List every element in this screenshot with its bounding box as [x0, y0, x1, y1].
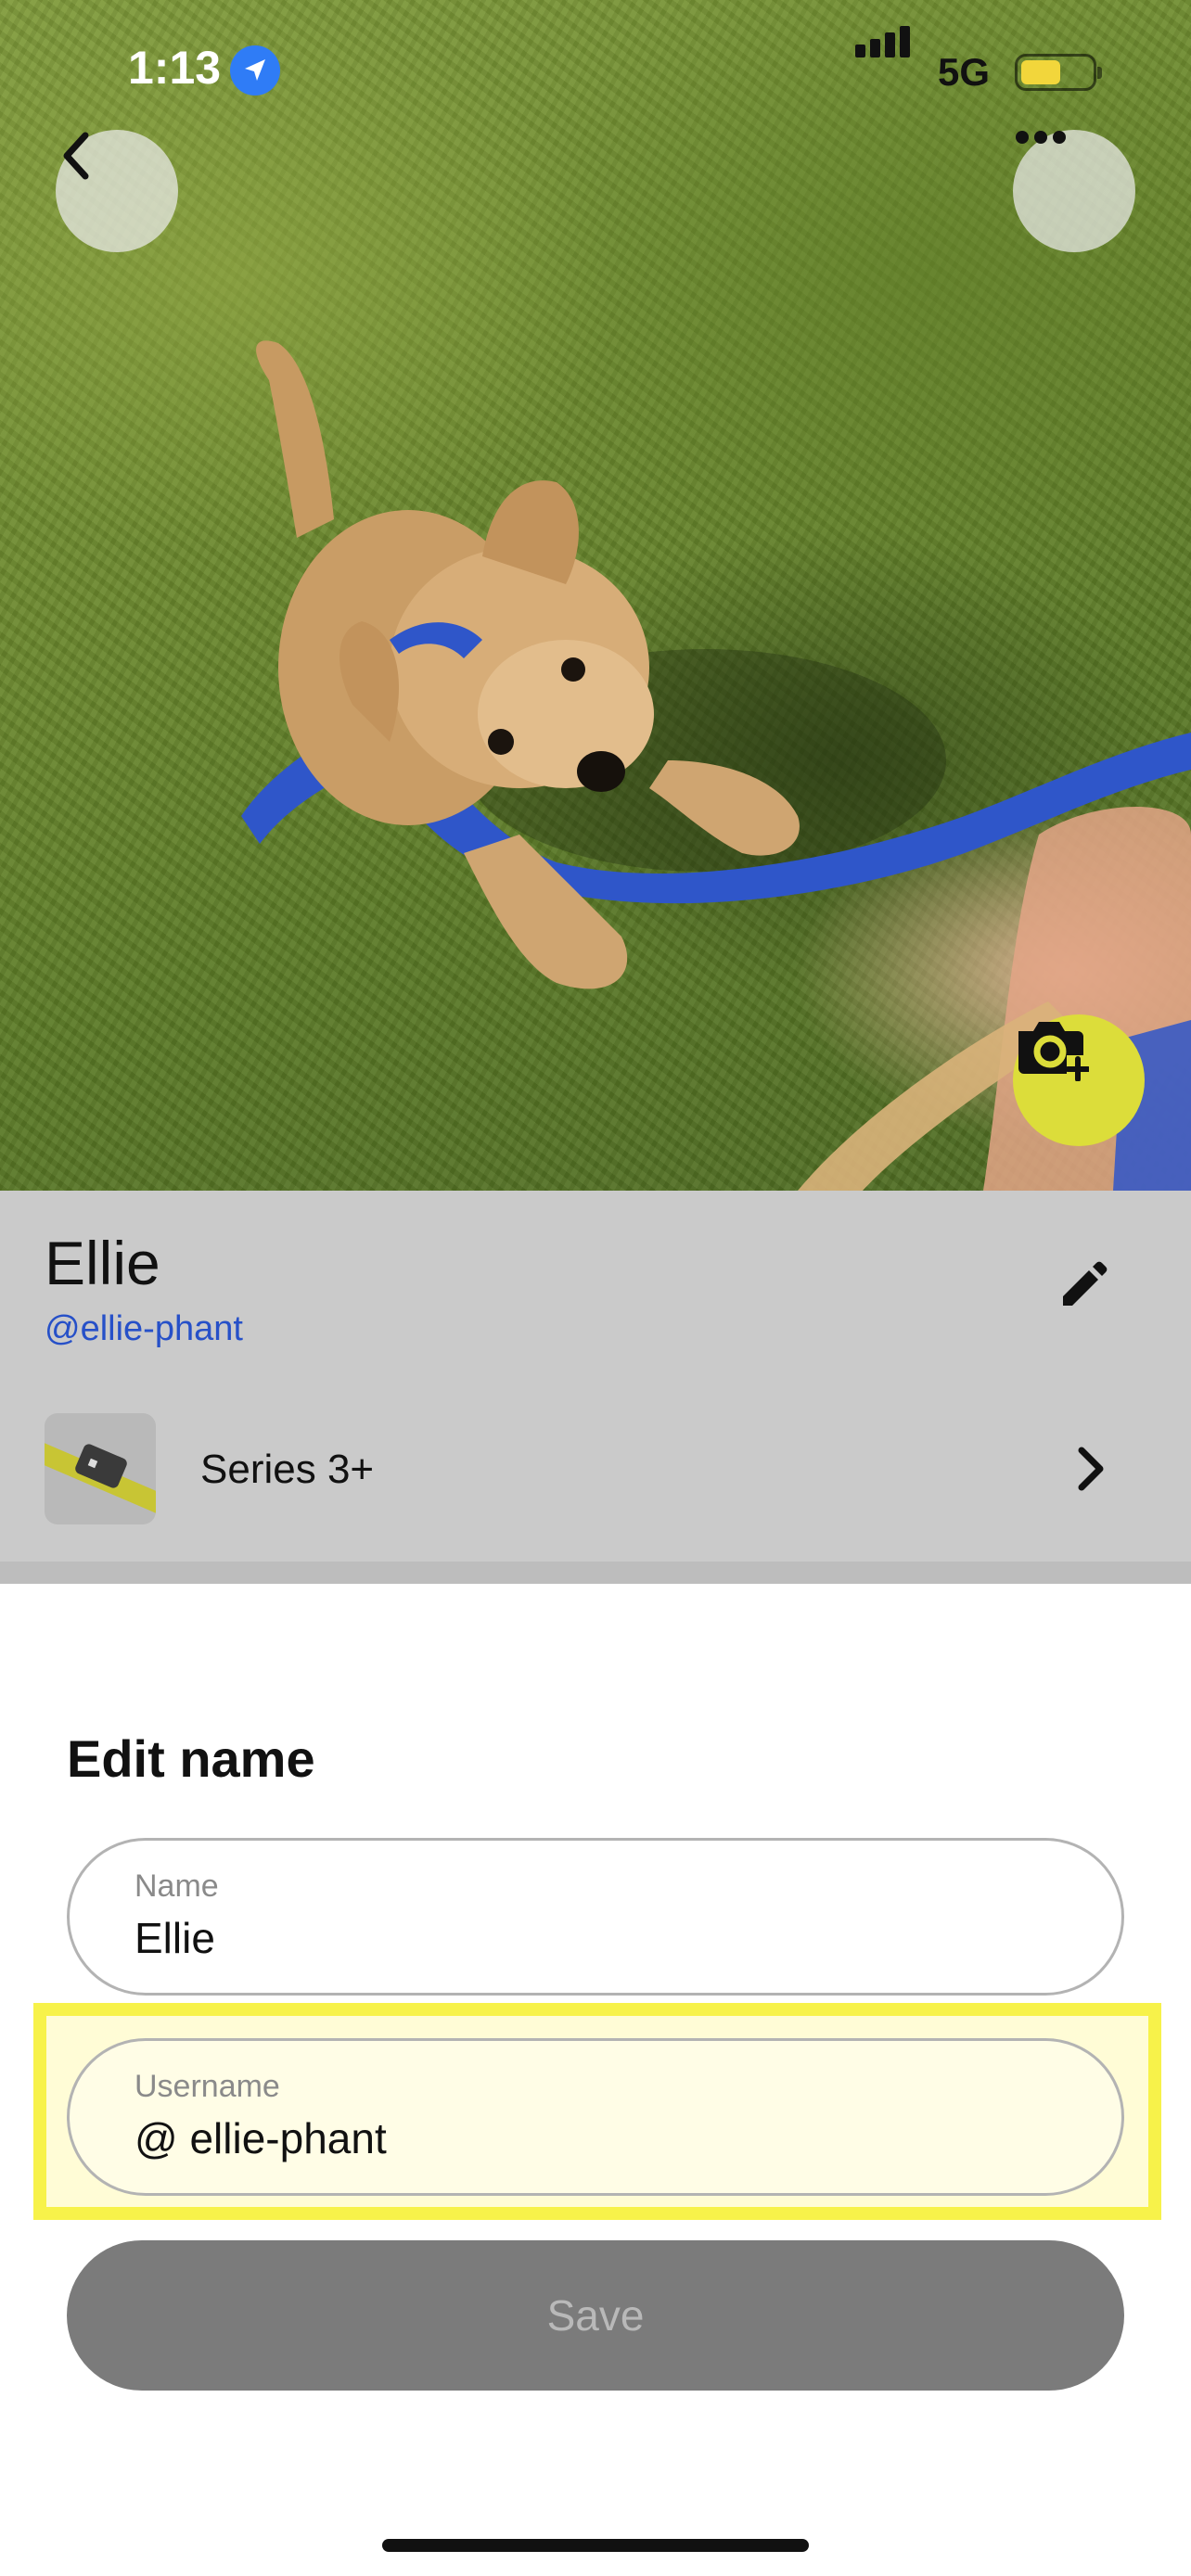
- camera-plus-icon: [1018, 1022, 1089, 1081]
- battery-icon: [1015, 54, 1102, 91]
- name-field-value: Ellie: [134, 1914, 215, 1962]
- device-label: Series 3+: [200, 1447, 375, 1492]
- pet-profile-section: Ellie @ellie-phant Series 3+: [0, 1191, 1191, 1584]
- name-field-label: Name: [134, 1868, 219, 1904]
- name-field[interactable]: Name Ellie: [67, 1838, 1124, 1996]
- pet-photo: 1:13 5G: [0, 0, 1191, 1191]
- network-type: 5G: [938, 50, 991, 94]
- pet-photo-illustration: [241, 340, 1191, 1191]
- back-button[interactable]: [56, 130, 178, 252]
- username-field[interactable]: Username @ ellie-phant: [67, 2038, 1124, 2196]
- pet-username: @ellie-phant: [45, 1309, 243, 1348]
- save-button[interactable]: Save: [67, 2240, 1124, 2391]
- status-bar: 1:13 5G: [0, 0, 1191, 139]
- username-field-label: Username: [134, 2069, 280, 2104]
- sheet-title: Edit name: [67, 1729, 315, 1788]
- username-field-value: @ ellie-phant: [134, 2114, 387, 2162]
- device-row[interactable]: Series 3+: [0, 1413, 1191, 1552]
- section-divider: [0, 1562, 1191, 1584]
- pencil-icon[interactable]: [1057, 1261, 1108, 1316]
- change-photo-button[interactable]: [1013, 1014, 1145, 1146]
- pet-name: Ellie: [45, 1229, 160, 1297]
- chevron-left-icon: [63, 132, 89, 180]
- more-options-button[interactable]: [1013, 130, 1135, 252]
- edit-name-sheet: Edit name Name Ellie Username @ ellie-ph…: [0, 1638, 1191, 2576]
- chevron-right-icon: [1072, 1443, 1109, 1499]
- home-indicator[interactable]: [382, 2539, 809, 2552]
- collar-device-thumbnail: [45, 1413, 156, 1524]
- location-arrow-icon: [230, 45, 280, 96]
- status-time: 1:13: [128, 42, 222, 94]
- ellipsis-icon: [1016, 131, 1066, 144]
